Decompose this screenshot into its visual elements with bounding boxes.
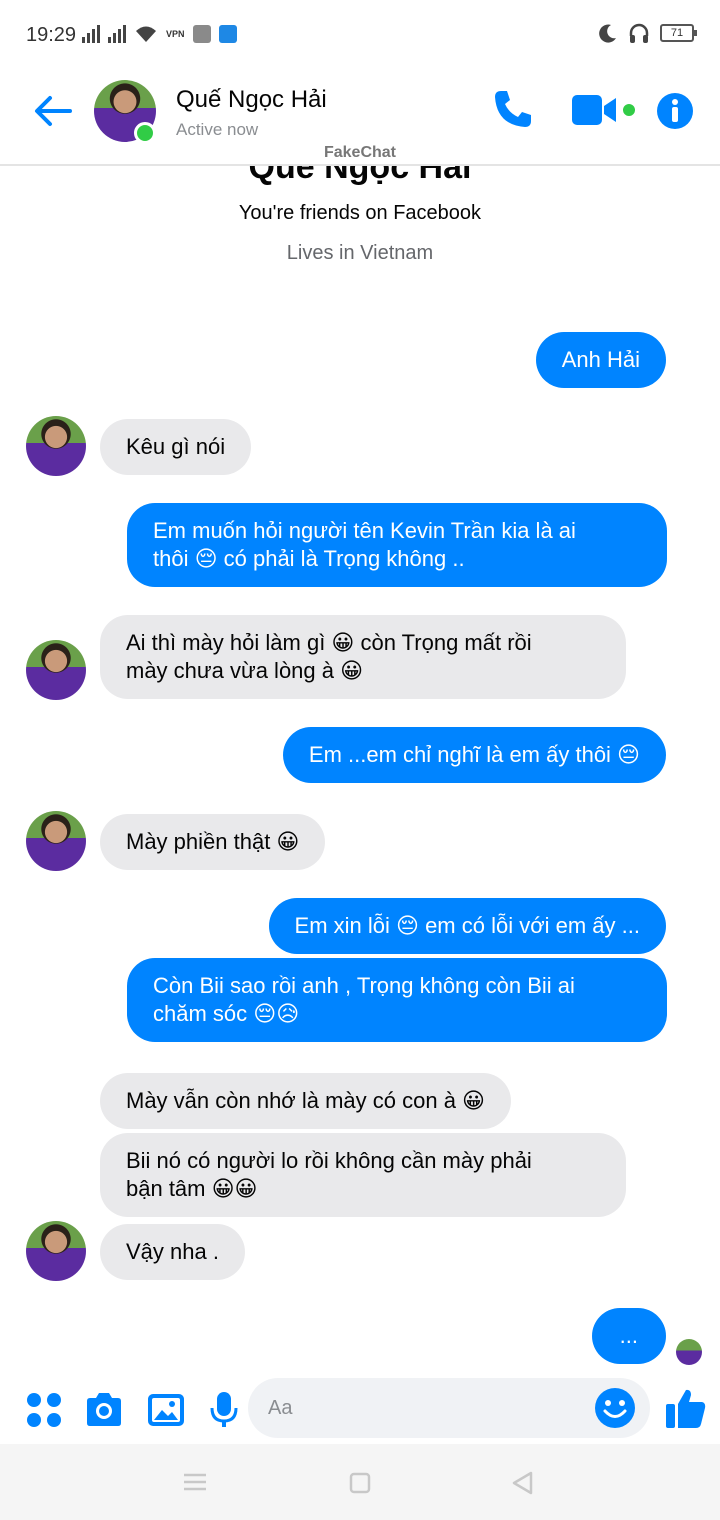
gallery-icon[interactable] [146,1390,186,1430]
contact-avatar-small[interactable] [26,416,86,476]
message-bubble[interactable]: Anh Hải [535,332,666,388]
moon-icon [599,24,616,43]
message-line: mày chưa vừa lòng à 😀 [126,658,364,683]
contact-avatar-small[interactable] [26,1221,86,1281]
system-navigation-bar [0,1444,720,1520]
contact-name[interactable]: Quế Ngọc Hải [176,86,327,114]
message-bubble[interactable]: Còn Bii sao rồi anh , Trọng không còn Bi… [127,958,667,1042]
message-line: Em muốn hỏi người tên Kevin Trần kia là … [153,518,576,543]
app-notification-icon [192,25,211,43]
apps-grid-icon[interactable] [24,1390,64,1430]
back-nav-icon[interactable] [510,1470,534,1496]
contact-avatar-small[interactable] [26,811,86,871]
seen-avatar [676,1339,702,1365]
message-line: Ai thì mày hỏi làm gì 😀 còn Trọng mất rồ… [126,630,532,655]
status-icons-left: VPN [82,24,237,44]
microphone-icon[interactable] [204,1390,244,1430]
thumbs-up-icon[interactable] [664,1386,708,1430]
status-time: 19:29 [26,24,77,46]
message-line: bận tâm 😀😀 [126,1176,258,1201]
status-bar: 19:29 VPN 71 [0,0,720,70]
emoji-icon[interactable] [594,1387,636,1429]
battery-icon: 71 [660,24,697,42]
message-bubble[interactable]: Em ...em chỉ nghĩ là em ấy thôi 😔 [282,727,666,783]
message-bubble[interactable]: Mày vẫn còn nhớ là mày có con à 😀 [100,1073,511,1129]
home-button-icon[interactable] [348,1471,372,1495]
message-bubble[interactable]: Em muốn hỏi người tên Kevin Trần kia là … [127,503,667,587]
watermark-text: FakeChat [323,144,397,161]
camera-icon[interactable] [84,1390,124,1430]
message-bubble[interactable]: Vậy nha . [100,1224,245,1280]
message-bubble[interactable]: Bii nó có người lo rồi không cần mày phả… [100,1133,626,1217]
video-online-dot [621,102,637,118]
message-bubble[interactable]: Kêu gì nói [100,419,252,475]
phone-call-icon[interactable] [492,88,534,130]
message-line: Còn Bii sao rồi anh , Trọng không còn Bi… [153,973,575,998]
message-input[interactable] [268,1392,588,1424]
message-bubble[interactable]: Em xin lỗi 😔 em có lỗi với em ấy ... [268,898,666,954]
contact-avatar-small[interactable] [26,640,86,700]
signal-icon-2 [108,25,126,43]
key-icon [218,25,237,43]
recent-apps-icon[interactable] [182,1472,208,1492]
online-indicator [134,122,156,144]
contact-status: Active now [176,120,259,139]
video-call-icon[interactable] [570,92,618,128]
intro-lives-text: Lives in Vietnam [286,242,434,264]
info-icon[interactable] [656,92,694,130]
intro-friends-text: You're friends on Facebook [238,202,482,224]
vpn-icon: VPN [166,29,185,39]
message-input-container[interactable] [248,1378,650,1438]
message-bubble[interactable]: Ai thì mày hỏi làm gì 😀 còn Trọng mất rồ… [100,615,626,699]
message-line: chăm sóc 😔😥 [153,1001,300,1026]
wifi-icon [136,26,156,42]
status-icons-right: 71 [598,22,697,44]
message-bubble[interactable]: ... [591,1308,666,1364]
message-line: thôi 😔 có phải là Trọng không .. [153,546,465,571]
back-arrow-icon[interactable] [30,88,76,134]
signal-icon [82,25,100,43]
composer-bar [0,1378,720,1442]
message-line: Bii nó có người lo rồi không cần mày phả… [126,1148,532,1173]
message-bubble[interactable]: Mày phiền thật 😀 [100,814,326,870]
headphones-icon [629,23,649,43]
